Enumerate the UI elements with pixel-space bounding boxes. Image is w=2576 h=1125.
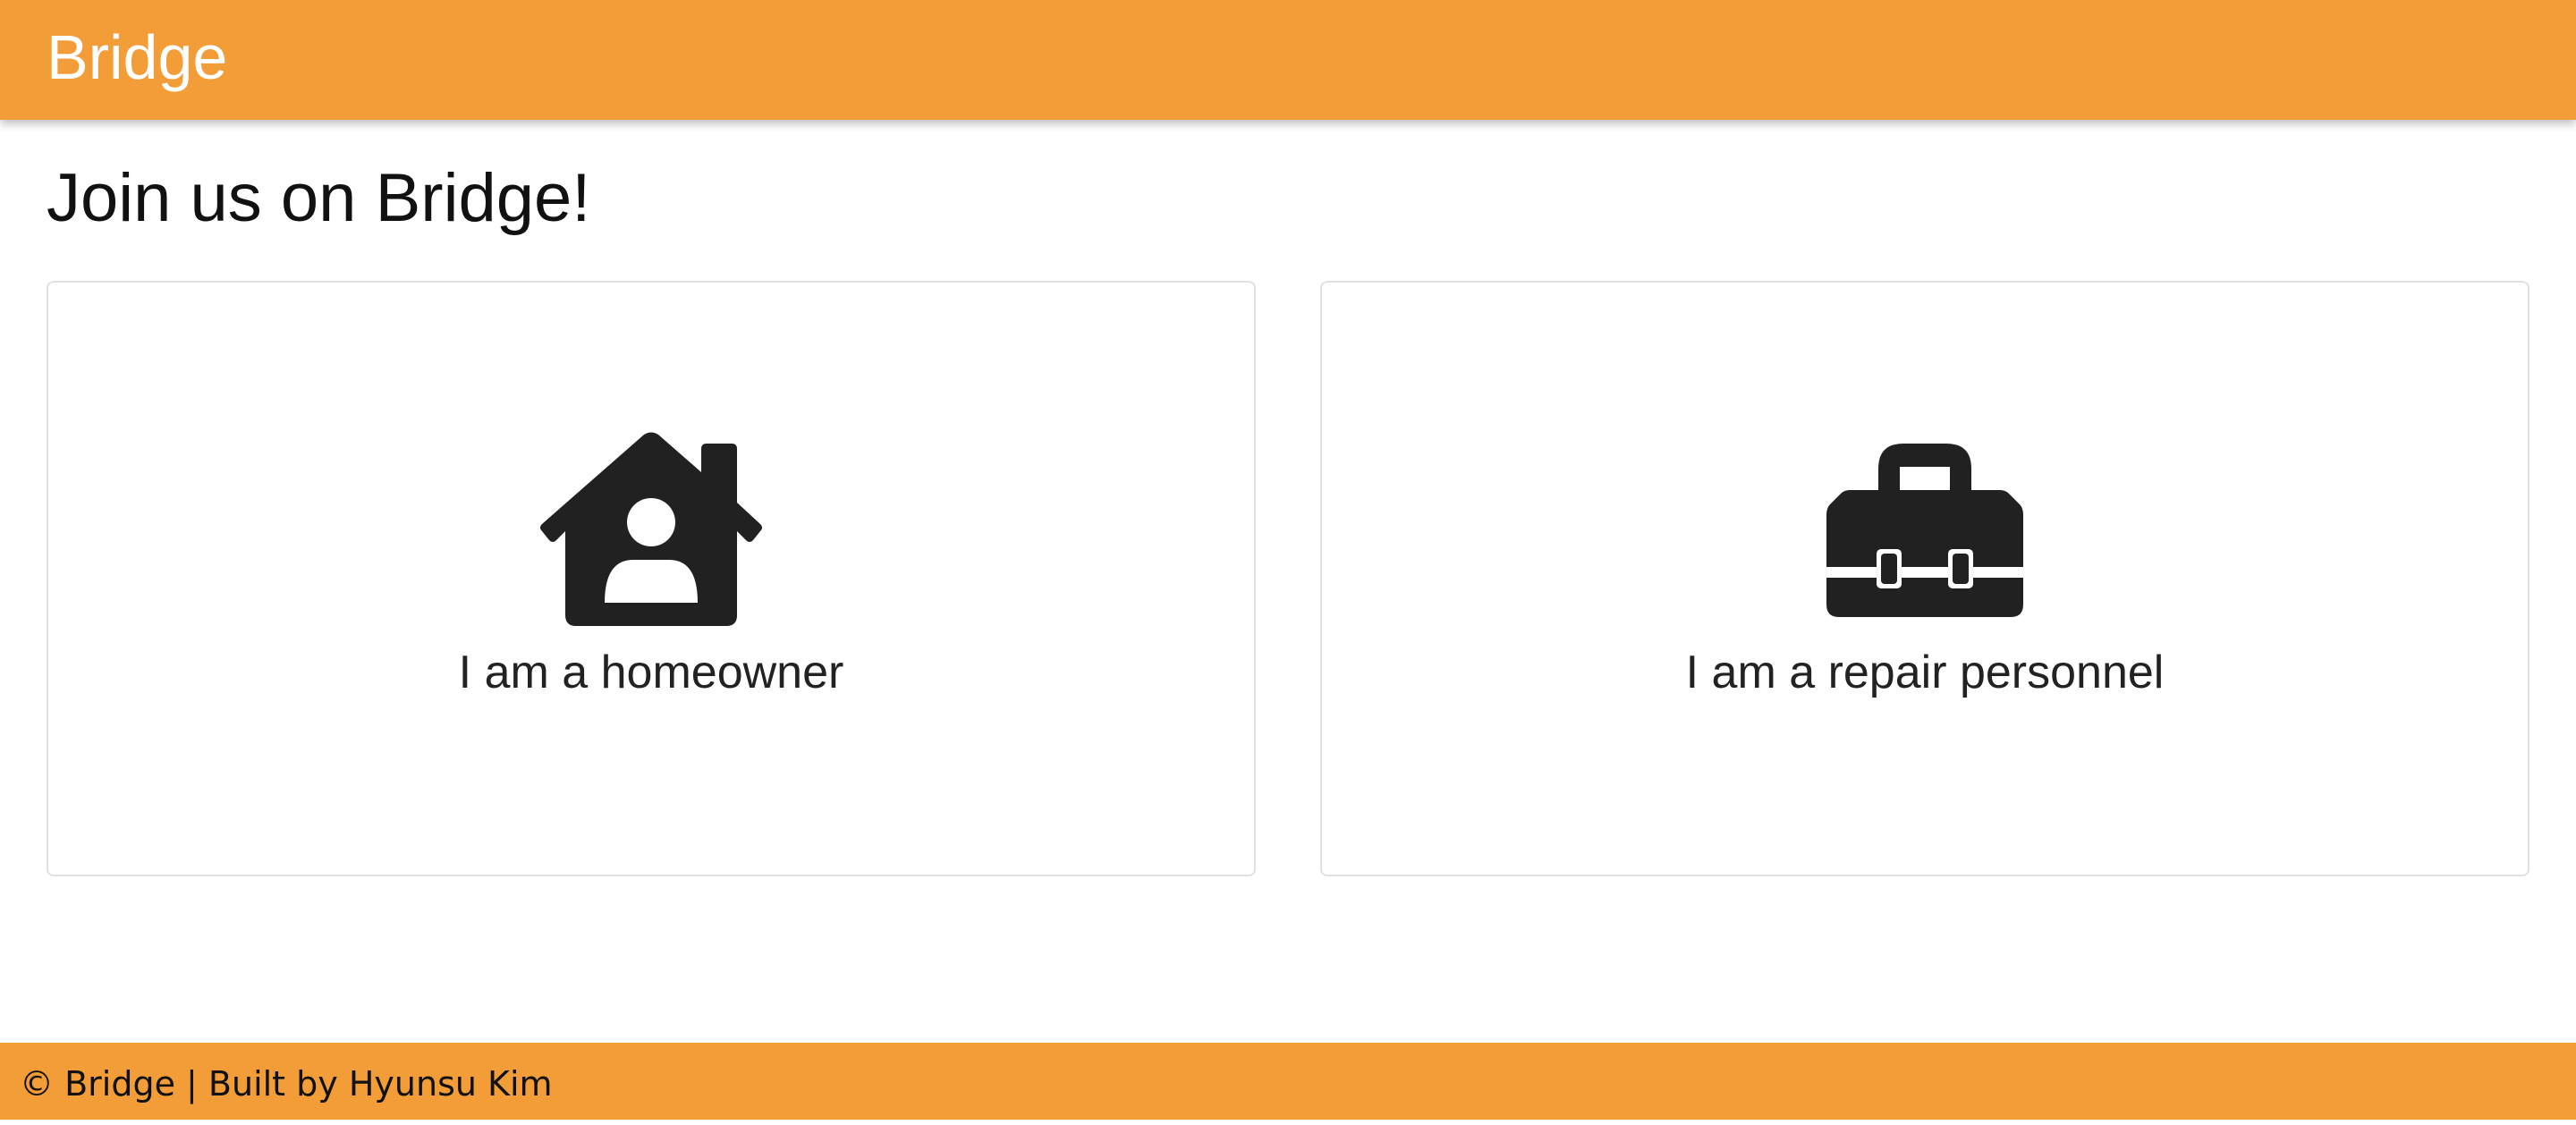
site-footer: © Bridge | Built by Hyunsu Kim xyxy=(0,1043,2576,1120)
homeowner-card[interactable]: I am a homeowner xyxy=(47,281,1256,876)
toolbox-icon xyxy=(1826,444,2023,617)
page-title: Join us on Bridge! xyxy=(47,160,591,236)
repair-personnel-card-label: I am a repair personnel xyxy=(1685,647,2165,698)
app-header: Bridge xyxy=(0,0,2576,120)
homeowner-card-label: I am a homeowner xyxy=(458,647,844,698)
house-user-icon xyxy=(540,431,762,626)
footer-copyright: © Bridge | Built by Hyunsu Kim xyxy=(20,1064,553,1104)
repair-personnel-card[interactable]: I am a repair personnel xyxy=(1320,281,2529,876)
brand-logo-link[interactable]: Bridge xyxy=(47,0,227,120)
